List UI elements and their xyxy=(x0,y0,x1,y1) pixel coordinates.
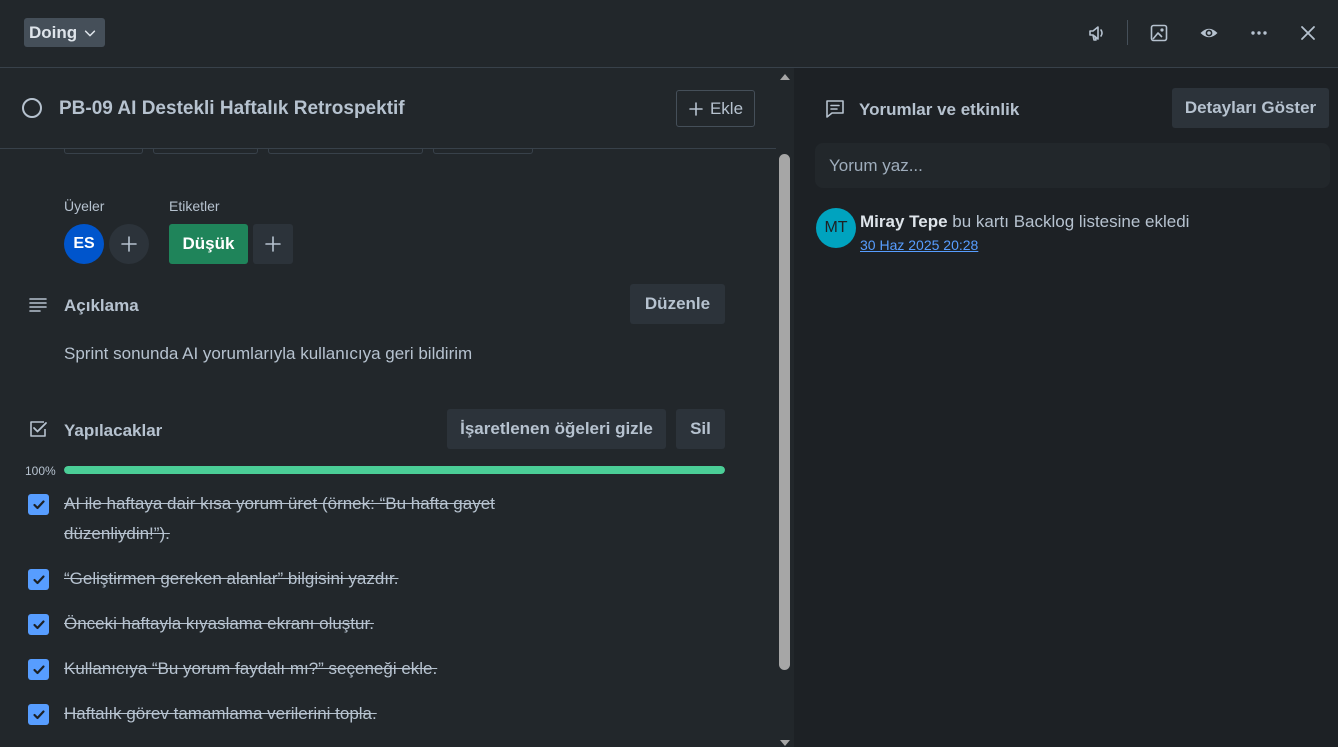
progress-bar xyxy=(64,466,725,474)
progress-fill xyxy=(64,466,725,474)
close-icon[interactable] xyxy=(1293,18,1323,48)
checklist-item-text: “Geliştirmen gereken alanlar” bilgisini … xyxy=(64,569,399,588)
checklist-item-text: Önceki haftayla kıyaslama ekranı oluştur… xyxy=(64,614,374,633)
activity-panel: Yorumlar ve etkinlik Detayları Göster MT… xyxy=(795,68,1338,747)
checkbox-checked[interactable] xyxy=(28,614,49,635)
hide-checked-button[interactable]: İşaretlenen öğeleri gizle xyxy=(447,409,666,449)
complete-toggle[interactable] xyxy=(22,98,42,118)
edit-description-button[interactable]: Düzenle xyxy=(630,284,725,324)
add-button-label: Ekle xyxy=(709,98,744,118)
description-title: Açıklama xyxy=(64,296,139,315)
checklist-title: Yapılacaklar xyxy=(64,421,163,440)
checkbox-checked[interactable] xyxy=(28,569,49,590)
more-icon[interactable] xyxy=(1244,18,1274,48)
checkbox-checked[interactable] xyxy=(28,659,49,680)
list-select-button[interactable]: Doing xyxy=(24,18,106,47)
checklist-icon xyxy=(30,421,47,437)
card-title-bar: PB-09 AI Destekli Haftalık Retrospektif … xyxy=(0,68,776,149)
add-member-button[interactable] xyxy=(109,224,149,264)
activity-timestamp-link[interactable]: 30 Haz 2025 20:28 xyxy=(860,237,978,253)
card-title: PB-09 AI Destekli Haftalık Retrospektif xyxy=(59,98,405,119)
checkbox-checked[interactable] xyxy=(28,704,49,725)
check-icon xyxy=(32,499,45,509)
progress-percent: 100% xyxy=(25,464,56,478)
checkbox-checked[interactable] xyxy=(28,494,49,515)
checklist-item-text: AI ile haftaya dair kısa yorum üret (örn… xyxy=(64,494,495,543)
add-button[interactable]: Ekle xyxy=(676,90,755,127)
image-icon[interactable] xyxy=(1144,18,1174,48)
plus-icon xyxy=(689,101,703,116)
activity-user[interactable]: Miray Tepe xyxy=(860,212,948,231)
card-header: Doing xyxy=(0,0,1338,68)
labels-label: Etiketler xyxy=(169,198,220,214)
activity-entry: Miray Tepe bu kartı Backlog listesine ek… xyxy=(860,212,1189,232)
scroll-thumb[interactable] xyxy=(779,154,790,670)
show-details-button[interactable]: Detayları Göster xyxy=(1172,88,1329,128)
plus-icon xyxy=(121,236,137,252)
avatar[interactable]: ES xyxy=(64,224,104,264)
add-label-button[interactable] xyxy=(253,224,293,264)
check-icon xyxy=(32,619,45,629)
scrollbar[interactable] xyxy=(776,68,794,747)
comment-input[interactable] xyxy=(815,143,1330,188)
header-divider xyxy=(1127,20,1128,45)
delete-checklist-button[interactable]: Sil xyxy=(676,409,725,449)
scroll-down-arrow-icon[interactable] xyxy=(780,740,790,746)
check-icon xyxy=(32,574,45,584)
scroll-up-arrow-icon[interactable] xyxy=(780,74,790,80)
description-text[interactable]: Sprint sonunda AI yorumlarıyla kullanıcı… xyxy=(64,344,472,364)
checklist-item-text: Kullanıcıya “Bu yorum faydalı mı?” seçen… xyxy=(64,659,438,678)
activity-action: bu kartı Backlog listesine ekledi xyxy=(947,212,1190,231)
card-detail-panel: PB-09 AI Destekli Haftalık Retrospektif … xyxy=(0,68,776,747)
label-chip-low[interactable]: Düşük xyxy=(169,224,248,264)
comment-icon xyxy=(826,100,844,118)
description-icon xyxy=(29,298,47,312)
check-icon xyxy=(32,664,45,674)
avatar[interactable]: MT xyxy=(816,208,856,248)
eye-icon[interactable] xyxy=(1194,18,1224,48)
activity-title: Yorumlar ve etkinlik xyxy=(859,100,1020,119)
plus-icon xyxy=(265,236,281,252)
chevron-down-icon xyxy=(84,29,96,36)
megaphone-icon[interactable] xyxy=(1082,18,1112,48)
checklist-item-text: Haftalık görev tamamlama verilerini topl… xyxy=(64,704,377,723)
list-name: Doing xyxy=(29,22,78,42)
check-icon xyxy=(32,709,45,719)
members-label: Üyeler xyxy=(64,198,105,214)
